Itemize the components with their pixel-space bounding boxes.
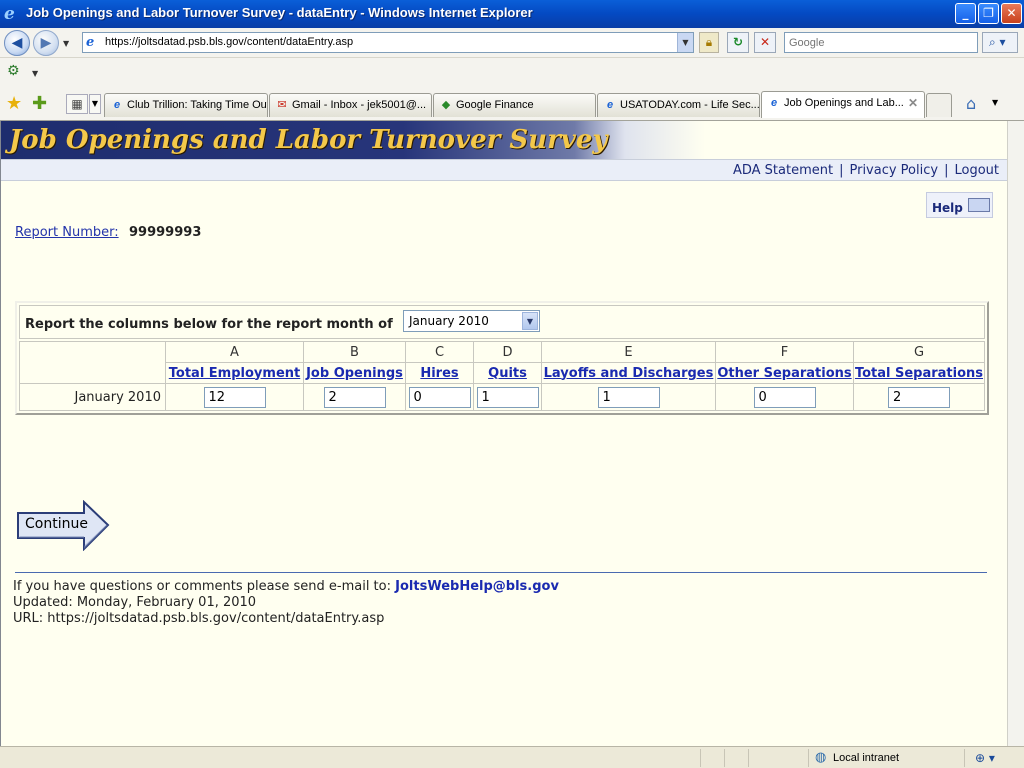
tab-google-finance[interactable]: ◆ Google Finance — [433, 93, 596, 117]
search-box[interactable] — [784, 32, 978, 53]
back-button[interactable]: ◀ — [4, 30, 30, 56]
job-openings-input[interactable] — [323, 386, 386, 408]
column-letter: B — [303, 341, 406, 363]
footer-question: If you have questions or comments please… — [13, 579, 391, 594]
window-title: Job Openings and Labor Turnover Survey -… — [26, 5, 533, 20]
other-separations-link[interactable]: Other Separations — [717, 366, 851, 381]
ie-icon: e — [4, 4, 15, 24]
feeds-dropdown-icon[interactable]: ▼ — [32, 69, 38, 78]
google-finance-icon: ◆ — [441, 99, 451, 111]
address-dropdown-icon[interactable]: ▼ — [677, 33, 693, 52]
report-number-value: 99999993 — [129, 225, 202, 240]
continue-button[interactable]: Continue — [16, 499, 110, 552]
total-employment-link[interactable]: Total Employment — [169, 366, 300, 381]
tab-usatoday[interactable]: e USATODAY.com - Life Sec... — [597, 93, 760, 117]
total-separations-link[interactable]: Total Separations — [855, 366, 983, 381]
report-month-row: Report the columns below for the report … — [19, 305, 985, 339]
total-separations-input[interactable] — [888, 386, 950, 408]
column-letter: C — [405, 341, 474, 363]
minimize-button[interactable]: _ — [955, 3, 976, 24]
page-footer: If you have questions or comments please… — [13, 579, 559, 627]
vertical-scrollbar[interactable] — [1007, 121, 1024, 746]
hires-link[interactable]: Hires — [420, 366, 458, 381]
gmail-icon: ✉ — [277, 99, 287, 111]
quick-tabs-button[interactable]: ▦ — [66, 94, 88, 114]
home-dropdown-icon[interactable]: ▼ — [992, 98, 998, 107]
lock-icon[interactable]: 🔒︎ — [699, 32, 719, 53]
column-letter: A — [165, 341, 304, 363]
ie-page-icon: e — [770, 97, 778, 109]
site-banner: Job Openings and Labor Turnover Survey — [1, 121, 1007, 159]
row-month-label: January 2010 — [19, 383, 166, 411]
job-openings-link[interactable]: Job Openings — [306, 366, 403, 381]
help-email-link[interactable]: JoltsWebHelp@bls.gov — [395, 579, 559, 594]
address-url: https://joltsdatad.psb.bls.gov/content/d… — [105, 36, 354, 48]
ie-page-icon: e — [113, 99, 121, 111]
stop-button[interactable]: ✕ — [754, 32, 776, 53]
column-letter-row: A B C D E F G — [19, 341, 985, 384]
new-tab-button[interactable] — [926, 93, 952, 117]
hires-input[interactable] — [408, 386, 471, 408]
home-icon[interactable]: ⌂ — [966, 94, 976, 113]
feeds-icon[interactable]: ⚙ — [7, 63, 25, 81]
banner-title: Job Openings and Labor Turnover Survey — [9, 125, 608, 155]
zoom-icon[interactable]: ⊕ ▾ — [975, 751, 995, 765]
address-toolbar: ◀ ▶ ▼ e https://joltsdatad.psb.bls.gov/c… — [0, 28, 1024, 58]
tab-list-dropdown-icon[interactable]: ▼ — [89, 94, 101, 114]
restore-button[interactable]: ❐ — [978, 3, 999, 24]
history-dropdown-icon[interactable]: ▼ — [63, 39, 69, 48]
ada-statement-link[interactable]: ADA Statement — [733, 163, 833, 178]
layoffs-and-discharges-link[interactable]: Layoffs and Discharges — [544, 366, 714, 381]
report-month-value: January 2010 — [409, 314, 489, 328]
data-entry-table: A B C D E F G Total Employment Job Openi… — [19, 341, 985, 411]
divider — [15, 572, 987, 573]
other-separations-input[interactable] — [753, 386, 816, 408]
continue-label: Continue — [25, 516, 88, 532]
status-bar: ◍ Local intranet ⊕ ▾ — [0, 746, 1024, 768]
links-toolbar: ⚙ ▼ — [0, 58, 1024, 86]
quits-link[interactable]: Quits — [488, 366, 527, 381]
add-favorite-icon[interactable]: ✚ — [32, 93, 47, 114]
close-button[interactable]: ✕ — [1001, 3, 1022, 24]
tab-bar: ★ ✚ ▦ ▼ e Club Trillion: Taking Time Out… — [0, 86, 1024, 121]
data-row: January 2010 — [19, 383, 985, 411]
search-input[interactable] — [785, 33, 977, 52]
address-bar[interactable]: e https://joltsdatad.psb.bls.gov/content… — [82, 32, 694, 53]
corner-cell — [19, 341, 166, 384]
help-window-icon — [968, 198, 990, 212]
help-label: Help — [932, 201, 963, 215]
logout-link[interactable]: Logout — [954, 163, 999, 178]
footer-updated: Updated: Monday, February 01, 2010 — [13, 595, 257, 610]
help-button[interactable]: Help — [926, 192, 993, 218]
security-zone: Local intranet — [833, 752, 900, 764]
globe-icon: ◍ — [815, 750, 827, 765]
tab-club-trillion[interactable]: e Club Trillion: Taking Time Out — [104, 93, 268, 117]
total-employment-input[interactable] — [203, 386, 266, 408]
tab-gmail[interactable]: ✉ Gmail - Inbox - jek5001@... — [269, 93, 432, 117]
report-month-prompt: Report the columns below for the report … — [25, 317, 393, 332]
page-icon: e — [86, 35, 95, 50]
privacy-policy-link[interactable]: Privacy Policy — [849, 163, 938, 178]
column-letter: G — [853, 341, 985, 363]
column-letter: E — [541, 341, 716, 363]
footer-url: URL: https://joltsdatad.psb.bls.gov/cont… — [13, 611, 385, 626]
report-number-link[interactable]: Report Number: — [15, 225, 119, 240]
close-tab-icon[interactable]: ✕ — [908, 96, 918, 110]
data-entry-panel: Report the columns below for the report … — [15, 301, 989, 415]
column-letter: F — [715, 341, 854, 363]
forward-button[interactable]: ▶ — [33, 30, 59, 56]
tab-job-openings[interactable]: e Job Openings and Lab... ✕ — [761, 91, 925, 118]
quits-input[interactable] — [476, 386, 539, 408]
favorites-star-icon[interactable]: ★ — [6, 93, 22, 114]
site-nav: ADA Statement | Privacy Policy | Logout — [1, 159, 1007, 181]
ie-page-icon: e — [606, 99, 614, 111]
layoffs-and-discharges-input[interactable] — [597, 386, 660, 408]
search-button[interactable]: ⌕ ▾ — [982, 32, 1018, 53]
window-title-bar[interactable]: e Job Openings and Labor Turnover Survey… — [0, 0, 1024, 28]
column-letter: D — [473, 341, 542, 363]
report-month-select[interactable]: January 2010 ▼ — [403, 310, 540, 332]
page-content: Job Openings and Labor Turnover Survey A… — [0, 121, 1007, 746]
chevron-down-icon[interactable]: ▼ — [522, 312, 538, 330]
refresh-button[interactable]: ↻ — [727, 32, 749, 53]
